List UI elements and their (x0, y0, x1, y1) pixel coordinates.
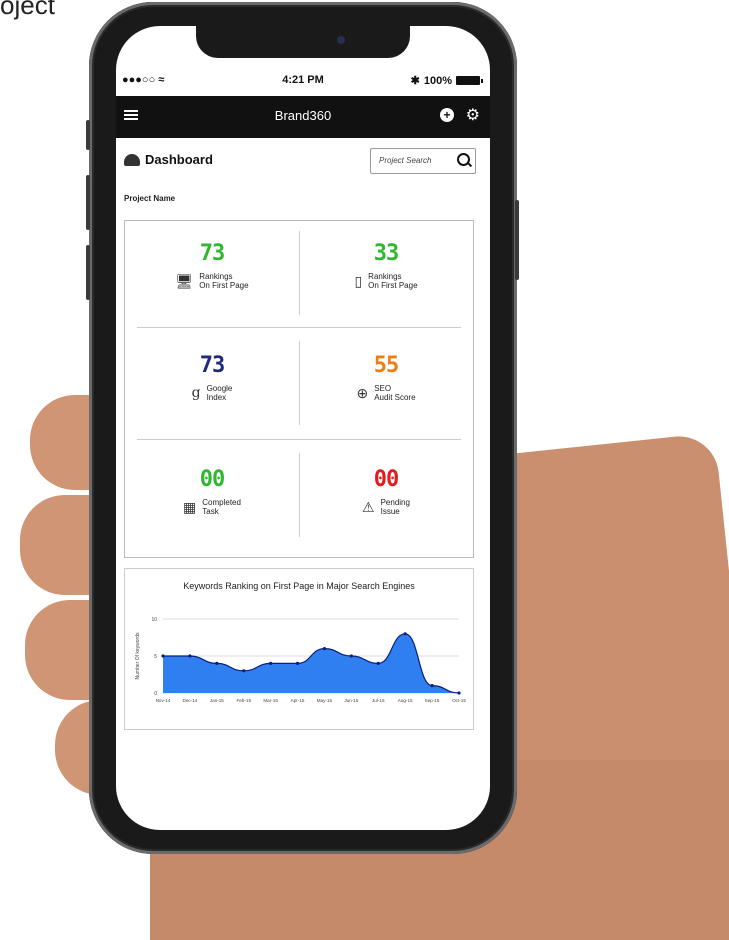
x-tick-label: Feb-15 (236, 698, 251, 703)
battery-icon (456, 76, 483, 85)
add-icon[interactable]: + (440, 108, 454, 122)
stat-completed-task[interactable]: 00 ▦ Completed Task (125, 447, 299, 553)
data-point (161, 654, 165, 658)
calendar-icon: ▦ (183, 498, 197, 515)
data-point (269, 661, 273, 665)
dashboard-heading: Dashboard (124, 152, 213, 167)
stats-grid: 73 🖥 Rankings On First Page 33 ▯ Rankings On… (124, 220, 474, 558)
data-point (457, 691, 461, 695)
stat-label: SEO Audit Score (374, 384, 416, 402)
x-tick-label: Mar-15 (263, 698, 278, 703)
stat-value: 73 (199, 241, 226, 266)
data-point (430, 684, 434, 688)
area-fill (163, 633, 459, 693)
data-point (403, 632, 407, 636)
y-tick-label: 0 (154, 691, 157, 697)
battery-status: ✱ 100% (410, 74, 483, 87)
stat-value: 55 (373, 353, 400, 378)
divider (137, 439, 461, 440)
camera-icon (337, 36, 345, 44)
x-tick-label: Dec-14 (183, 698, 198, 703)
google-icon: g (191, 384, 201, 401)
phone-mute-button (86, 120, 90, 150)
x-tick-label: Jan-15 (210, 698, 224, 703)
app-title: Brand360 (274, 108, 332, 123)
y-tick-label: 5 (154, 654, 157, 660)
stat-label: Rankings On First Page (199, 272, 249, 290)
phone-screen: ●●●○○ ≈ 4:21 PM ✱ 100% Brand360 + ⚙ Dash… (116, 26, 490, 830)
data-point (188, 654, 192, 658)
x-tick-label: Jun-15 (344, 698, 358, 703)
stat-value: 33 (373, 241, 400, 266)
x-tick-label: May-15 (317, 698, 333, 703)
status-bar: ●●●○○ ≈ 4:21 PM ✱ 100% (116, 70, 490, 92)
data-point (349, 654, 353, 658)
stat-google-index[interactable]: 73 g Google Index (125, 333, 299, 439)
search-placeholder: Project Search (379, 156, 432, 165)
project-name-label: Project Name (124, 194, 176, 203)
stat-rankings-mobile[interactable]: 33 ▯ Rankings On First Page (299, 221, 473, 327)
x-tick-label: Oct-15 (452, 698, 466, 703)
data-point (376, 661, 380, 665)
stat-seo-audit-score[interactable]: 55 ⊕ SEO Audit Score (299, 333, 473, 439)
stat-label: Google Index (206, 384, 233, 402)
area-chart-svg: 0 5 10 Number Of keywords Nov-14 Dec-14 Jan-15… (135, 617, 466, 703)
app-bar: Brand360 + ⚙ (116, 96, 490, 138)
data-point (322, 647, 327, 651)
data-point (215, 661, 219, 665)
dashboard-title: Dashboard (145, 152, 213, 167)
y-tick-label: 10 (151, 617, 157, 623)
warning-icon: ⚠ (362, 498, 375, 515)
x-tick-label: Sep-15 (425, 698, 440, 703)
data-point (295, 661, 300, 665)
stat-pending-issue[interactable]: 00 ⚠ Pending Issue (299, 447, 473, 553)
gear-icon[interactable]: ⚙ (466, 105, 480, 125)
x-tick-label: Aug-15 (398, 698, 413, 703)
project-search-input[interactable]: Project Search (370, 148, 476, 174)
phone-volume-up-button (86, 175, 90, 230)
stat-label: Pending Issue (380, 498, 410, 516)
y-axis-label: Number Of keywords (135, 632, 141, 679)
stat-value: 73 (199, 353, 226, 378)
phone-volume-down-button (86, 245, 90, 300)
stat-rankings-desktop[interactable]: 73 🖥 Rankings On First Page (125, 221, 299, 327)
stat-label: Rankings On First Page (368, 272, 418, 290)
data-point (242, 669, 246, 673)
desktop-icon: 🖥 (175, 272, 194, 289)
stat-label: Completed Task (202, 498, 241, 516)
divider (137, 327, 461, 328)
phone-notch (196, 26, 410, 58)
dashboard-icon (124, 153, 140, 166)
stat-value: 00 (199, 467, 226, 492)
keyword-ranking-chart: Keywords Ranking on First Page in Major … (124, 568, 474, 730)
phone-power-button (515, 200, 519, 280)
x-tick-label: Nov-14 (156, 698, 171, 703)
chart-title: Keywords Ranking on First Page in Major … (183, 581, 415, 591)
seo-search-icon: ⊕ (356, 384, 369, 401)
bluetooth-icon: ✱ (410, 75, 420, 87)
mobile-icon: ▯ (354, 272, 363, 289)
x-tick-label: Jul-15 (372, 698, 385, 703)
search-icon[interactable] (457, 153, 470, 166)
battery-percent: 100% (423, 74, 452, 87)
corner-fragment-text: oject (0, 0, 55, 20)
x-tick-label: Apr-15 (291, 698, 305, 703)
stat-value: 00 (373, 467, 400, 492)
